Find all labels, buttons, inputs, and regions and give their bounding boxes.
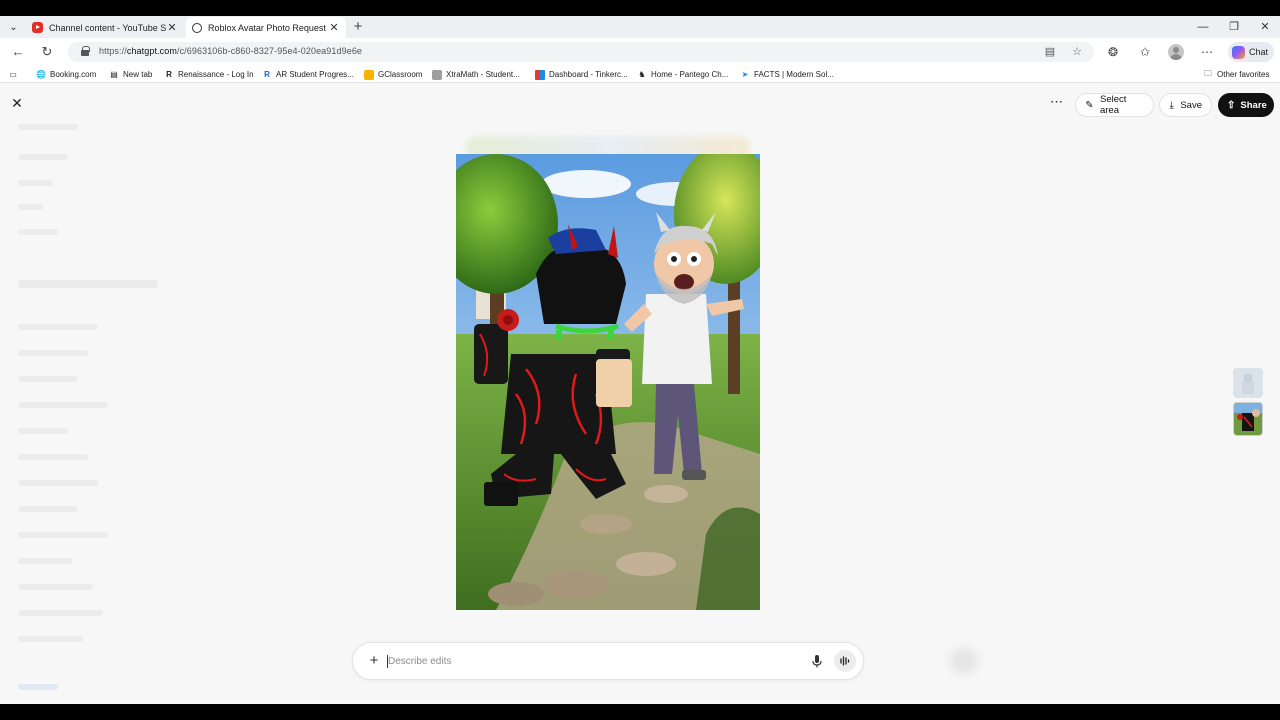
- voice-mode-button[interactable]: [834, 650, 856, 672]
- reader-view-icon[interactable]: ▤: [1043, 45, 1057, 59]
- pantego-icon: ♞: [638, 70, 646, 79]
- classroom-icon: [364, 69, 374, 80]
- favorites-bar: ▭ 🌐 Booking.com ▤ New tab R Renaissance - L…: [0, 66, 1280, 83]
- favorite-facts[interactable]: ➤ FACTS | Modern Sol...: [740, 68, 834, 81]
- describe-edits-input[interactable]: [388, 653, 788, 670]
- globe-icon: 🌐: [36, 70, 46, 79]
- tinkercad-icon: [535, 69, 545, 80]
- favorite-tinkercad[interactable]: Dashboard - Tinkerc...: [535, 68, 628, 81]
- favorite-ar-progress[interactable]: R AR Student Progres...: [262, 68, 354, 81]
- new-tab-button[interactable]: +: [350, 18, 366, 36]
- other-favorites-label: Other favorites: [1217, 70, 1270, 79]
- favorite-label: FACTS | Modern Sol...: [754, 70, 834, 79]
- youtube-icon: [32, 22, 43, 33]
- minimize-icon[interactable]: —: [1188, 16, 1218, 38]
- favorite-renaissance[interactable]: R Renaissance - Log In: [164, 68, 254, 81]
- window-icon: ▭: [9, 70, 17, 79]
- save-button[interactable]: ⤓ Save: [1159, 93, 1212, 117]
- back-arrow-icon[interactable]: ←: [9, 43, 27, 61]
- generated-image[interactable]: [456, 154, 760, 610]
- maximize-icon[interactable]: ❐: [1219, 16, 1249, 38]
- close-editor-icon[interactable]: ✕: [8, 94, 26, 112]
- favorite-xtramath[interactable]: XtraMath - Student...: [432, 68, 520, 81]
- renaissance-icon: R: [166, 70, 172, 79]
- favorite-label: Renaissance - Log In: [178, 70, 254, 79]
- favorite-label: Dashboard - Tinkerc...: [549, 70, 628, 79]
- save-label: Save: [1180, 99, 1202, 111]
- refresh-icon[interactable]: ↻: [38, 43, 56, 61]
- favorite-label: XtraMath - Student...: [446, 70, 520, 79]
- favorite-gclassroom[interactable]: GClassroom: [364, 68, 422, 81]
- chatgpt-icon: [192, 22, 202, 33]
- download-icon: ⤓: [1169, 99, 1174, 111]
- image-editor-page: ✕ ⋯ ✎ Select area ⤓ Save ⇧ Share + Descr…: [0, 84, 1280, 704]
- profile-avatar-icon[interactable]: [1168, 44, 1184, 60]
- thumbnail-image-icon: [1233, 368, 1263, 398]
- tab-title: Channel content - YouTube Studio: [49, 22, 166, 33]
- blurred-background-element: [950, 647, 978, 675]
- select-area-button[interactable]: ✎ Select area: [1075, 93, 1154, 117]
- address-bar[interactable]: https://chatgpt.com/c/6963106b-c860-8327…: [68, 42, 1094, 62]
- share-icon: ⇧: [1227, 99, 1236, 111]
- other-favorites[interactable]: 🗀 Other favorites: [1203, 68, 1269, 81]
- screen: ⌄ Channel content - YouTube Studio ✕ Rob…: [0, 0, 1280, 720]
- favorite-label: Booking.com: [50, 70, 97, 79]
- tab-actions-chevron-icon[interactable]: ⌄: [5, 19, 22, 36]
- more-actions-icon[interactable]: ⋯: [1048, 94, 1066, 112]
- facts-icon: ➤: [741, 70, 749, 79]
- favorite-star-icon[interactable]: ☆: [1070, 45, 1084, 59]
- extensions-icon[interactable]: ❂: [1104, 43, 1122, 61]
- url-text[interactable]: https://chatgpt.com/c/6963106b-c860-8327…: [99, 46, 362, 56]
- thumbnail-previous-version[interactable]: [1233, 368, 1263, 398]
- tab-title: Roblox Avatar Photo Request: [208, 22, 326, 33]
- favorites-toggle[interactable]: ▭: [8, 68, 22, 81]
- favorite-new-tab[interactable]: ▤ New tab: [109, 68, 152, 81]
- lock-icon: [81, 46, 90, 56]
- browser-toolbar: ← ↻ https://chatgpt.com/c/6963106b-c860-…: [0, 38, 1280, 66]
- select-area-label: Select area: [1099, 94, 1127, 116]
- select-brush-icon: ✎: [1085, 99, 1094, 111]
- xtramath-icon: [432, 69, 442, 80]
- page-icon: ▤: [110, 70, 118, 79]
- share-label: Share: [1240, 99, 1267, 111]
- favorite-booking[interactable]: 🌐 Booking.com: [36, 68, 96, 81]
- waveform-icon: [840, 656, 850, 666]
- favorite-pantego[interactable]: ♞ Home - Pantego Ch...: [637, 68, 728, 81]
- tab-roblox-avatar[interactable]: Roblox Avatar Photo Request ✕: [186, 17, 346, 38]
- thumbnail-image-icon: [1234, 403, 1262, 435]
- thumbnail-current-version[interactable]: [1233, 402, 1263, 436]
- copilot-chat-button[interactable]: Chat: [1228, 42, 1274, 62]
- window-close-icon[interactable]: ✕: [1250, 16, 1280, 38]
- browser-window: ⌄ Channel content - YouTube Studio ✕ Rob…: [0, 16, 1280, 704]
- tab-strip: ⌄ Channel content - YouTube Studio ✕ Rob…: [0, 16, 1280, 38]
- more-options-icon[interactable]: ⋯: [1198, 43, 1216, 61]
- tab-close-icon[interactable]: ✕: [328, 21, 340, 34]
- tab-close-icon[interactable]: ✕: [166, 21, 178, 34]
- copilot-label: Chat: [1249, 47, 1269, 57]
- microphone-icon[interactable]: [809, 653, 825, 669]
- tab-youtube-studio[interactable]: Channel content - YouTube Studio ✕: [26, 17, 184, 38]
- favorite-label: GClassroom: [378, 70, 423, 79]
- share-button[interactable]: ⇧ Share: [1218, 93, 1274, 117]
- roblox-avatar-illustration: [456, 154, 760, 610]
- favorite-label: Home - Pantego Ch...: [651, 70, 729, 79]
- favorites-icon[interactable]: ✩: [1136, 43, 1154, 61]
- ar-icon: R: [264, 70, 270, 79]
- edit-composer: +: [352, 642, 864, 680]
- favorite-label: New tab: [123, 70, 153, 79]
- favorite-label: AR Student Progres...: [276, 70, 354, 79]
- blurred-sidebar: [0, 84, 175, 704]
- add-attachment-icon[interactable]: +: [365, 652, 383, 670]
- copilot-icon: [1232, 45, 1245, 59]
- folder-icon: 🗀: [1204, 68, 1212, 78]
